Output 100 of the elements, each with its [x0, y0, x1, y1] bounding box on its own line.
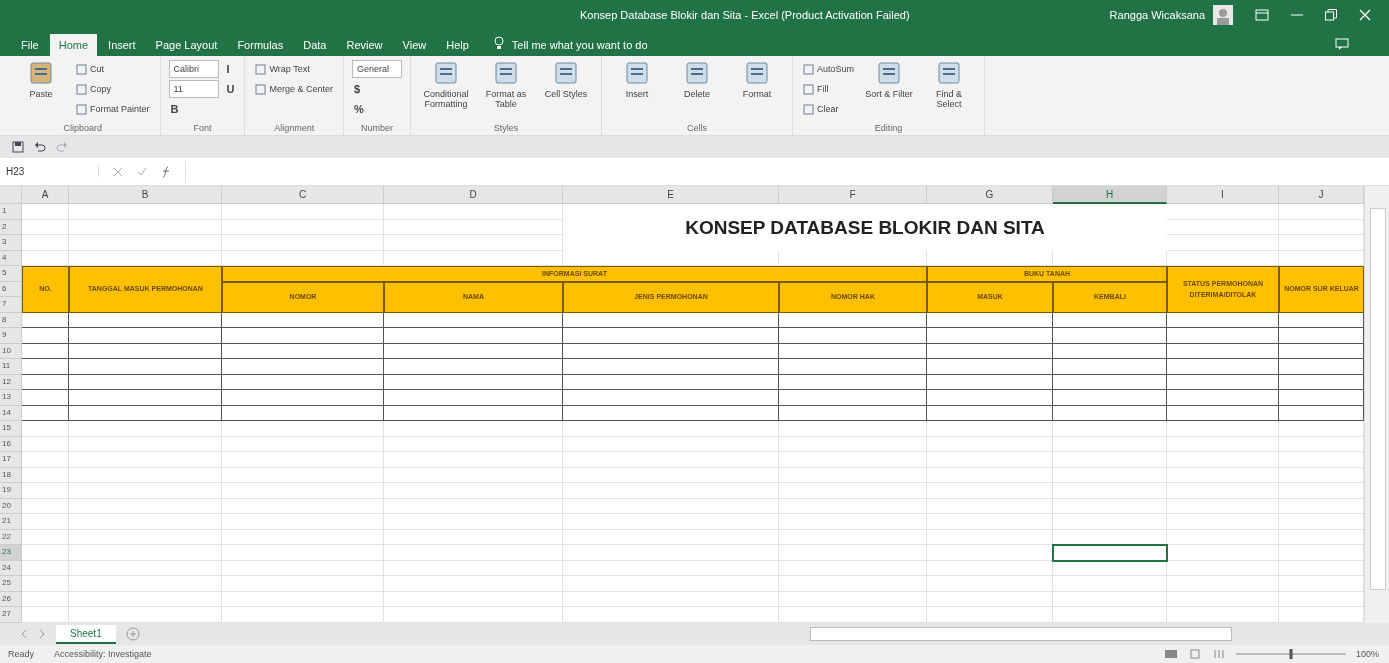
ribbon-options-icon[interactable]: [1255, 9, 1269, 21]
row-header[interactable]: 26: [0, 592, 22, 607]
grid-cell[interactable]: [69, 375, 222, 390]
grid-cell[interactable]: [69, 344, 222, 359]
ribbon-button[interactable]: Sort & Filter: [862, 60, 917, 118]
ribbon-button[interactable]: Fill: [801, 80, 857, 98]
grid-cell[interactable]: [1053, 390, 1167, 406]
grid-cell[interactable]: [222, 406, 384, 421]
grid-cell[interactable]: [384, 328, 563, 344]
row-header[interactable]: 3: [0, 235, 22, 251]
grid-cell[interactable]: [927, 328, 1053, 344]
grid-cell[interactable]: [1053, 406, 1167, 421]
grid-cell[interactable]: [563, 344, 779, 359]
add-sheet-icon[interactable]: [125, 627, 140, 641]
next-sheet-icon[interactable]: [38, 629, 46, 639]
normal-view-icon[interactable]: [1163, 649, 1178, 659]
column-header[interactable]: F: [779, 186, 927, 204]
row-header[interactable]: 25: [0, 576, 22, 592]
grid-cell[interactable]: [563, 375, 779, 390]
column-header[interactable]: D: [384, 186, 563, 204]
grid-cell[interactable]: [22, 390, 69, 406]
row-header[interactable]: 9: [0, 328, 22, 344]
row-header[interactable]: 5: [0, 266, 22, 282]
grid-cell[interactable]: [1053, 328, 1167, 344]
grid-cell[interactable]: [1167, 406, 1279, 421]
row-header[interactable]: 17: [0, 452, 22, 468]
grid-cell[interactable]: [1167, 328, 1279, 344]
grid-cell[interactable]: [563, 359, 779, 375]
grid-cell[interactable]: [779, 390, 927, 406]
row-header[interactable]: 16: [0, 437, 22, 452]
grid-cell[interactable]: [927, 406, 1053, 421]
row-header[interactable]: 18: [0, 468, 22, 483]
ribbon-tab[interactable]: Formulas: [228, 34, 293, 56]
row-header[interactable]: 22: [0, 530, 22, 545]
dropdown-field[interactable]: 11: [168, 80, 219, 98]
ribbon-button[interactable]: Merge & Center: [253, 80, 335, 98]
glyph-button[interactable]: U: [224, 80, 237, 98]
name-box[interactable]: H23: [6, 166, 99, 177]
select-all-corner[interactable]: [0, 186, 22, 204]
grid-cell[interactable]: [563, 328, 779, 344]
selected-cell[interactable]: [1052, 544, 1168, 562]
ribbon-button[interactable]: Format: [730, 60, 784, 118]
grid-cell[interactable]: [779, 344, 927, 359]
ribbon-tab[interactable]: Data: [294, 34, 336, 56]
grid-cell[interactable]: [22, 375, 69, 390]
grid-cell[interactable]: [69, 390, 222, 406]
grid-cell[interactable]: [1053, 344, 1167, 359]
ribbon-tab[interactable]: Page Layout: [146, 34, 227, 56]
redo-icon[interactable]: [56, 141, 68, 153]
grid-cell[interactable]: [779, 359, 927, 375]
grid-cell[interactable]: [222, 375, 384, 390]
function-icon[interactable]: [161, 165, 171, 178]
row-header[interactable]: 6: [0, 282, 22, 297]
grid-cell[interactable]: [1167, 344, 1279, 359]
column-header[interactable]: A: [22, 186, 69, 204]
ribbon-button[interactable]: Cut: [74, 60, 152, 78]
row-header[interactable]: 27: [0, 607, 22, 623]
row-header[interactable]: 24: [0, 561, 22, 576]
row-header[interactable]: 4: [0, 251, 22, 266]
save-icon[interactable]: [12, 141, 24, 153]
ribbon-button[interactable]: Format as Table: [479, 60, 533, 118]
grid-cell[interactable]: [384, 344, 563, 359]
grid-cell[interactable]: [384, 359, 563, 375]
glyph-button[interactable]: %: [352, 100, 402, 118]
column-header[interactable]: B: [69, 186, 222, 204]
ribbon-button[interactable]: Format Painter: [74, 100, 152, 118]
enter-icon[interactable]: [137, 166, 147, 177]
row-header[interactable]: 23: [0, 545, 22, 561]
grid-cell[interactable]: [222, 359, 384, 375]
zoom-slider[interactable]: [1235, 649, 1346, 659]
grid-cell[interactable]: [22, 359, 69, 375]
grid-cell[interactable]: [222, 344, 384, 359]
cancel-icon[interactable]: [113, 166, 123, 177]
grid-cell[interactable]: [384, 406, 563, 421]
grid-cell[interactable]: [563, 406, 779, 421]
row-header[interactable]: 20: [0, 499, 22, 514]
glyph-button[interactable]: $: [352, 80, 402, 98]
row-header[interactable]: 11: [0, 359, 22, 375]
grid-cell[interactable]: [22, 328, 69, 344]
close-icon[interactable]: [1359, 9, 1371, 21]
ribbon-button[interactable]: Insert: [610, 60, 664, 118]
ribbon-tab[interactable]: Home: [49, 34, 98, 56]
grid-cell[interactable]: [1167, 375, 1279, 390]
page-break-icon[interactable]: [1211, 649, 1226, 659]
ribbon-tab[interactable]: Review: [337, 34, 392, 56]
ribbon-button[interactable]: AutoSum: [801, 60, 857, 78]
ribbon-button[interactable]: Find & Select: [922, 60, 977, 118]
row-header[interactable]: 7: [0, 297, 22, 313]
ribbon-button[interactable]: Paste: [14, 60, 68, 118]
dropdown-field[interactable]: Calibri: [168, 60, 219, 78]
grid-cell[interactable]: [1167, 359, 1279, 375]
restore-icon[interactable]: [1325, 9, 1337, 21]
ribbon-tab[interactable]: View: [393, 34, 436, 56]
grid-cell[interactable]: [927, 359, 1053, 375]
glyph-button[interactable]: I: [224, 60, 237, 78]
ribbon-button[interactable]: Delete: [670, 60, 724, 118]
ribbon-button[interactable]: Copy: [74, 80, 152, 98]
row-header[interactable]: 1: [0, 204, 22, 220]
accessibility-status[interactable]: Accessibility: Investigate: [54, 649, 152, 659]
grid-cell[interactable]: [69, 359, 222, 375]
